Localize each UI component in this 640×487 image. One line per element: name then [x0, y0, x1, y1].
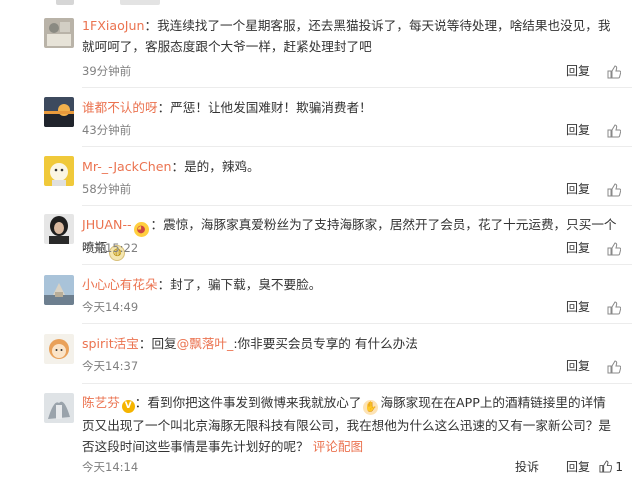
comment-text: 谁都不认的呀：严惩！让他发国难财！欺骗消费者！ — [82, 97, 618, 118]
comment-text: 小心心有花朵：封了，骗下载，臭不要脸。 — [82, 274, 618, 295]
cute-face-emoji: ◕ — [133, 222, 149, 237]
separator — [82, 383, 632, 384]
top-cut-off-row — [0, 0, 640, 8]
comment-content: :你非要买会员专享的 有什么办法 — [233, 336, 418, 351]
comment-text: spirit活宝：回复@飘落叶_:你非要买会员专享的 有什么办法 — [82, 333, 618, 354]
avatar[interactable] — [44, 18, 74, 48]
timestamp: 今天14:49 — [82, 300, 139, 314]
like-button[interactable] — [607, 123, 623, 138]
reply-prefix: 回复 — [151, 336, 177, 351]
timestamp: 今天14:14 — [82, 460, 139, 474]
avatar[interactable] — [44, 393, 74, 423]
reply-button[interactable]: 回复 — [566, 459, 590, 475]
separator — [82, 87, 632, 88]
timestamp: 今天15:22 — [82, 241, 139, 255]
username-link[interactable]: spirit活宝 — [82, 336, 139, 351]
handshake-emoji: ✋ — [363, 400, 379, 415]
reply-button[interactable]: 回复 — [566, 63, 590, 79]
colon: ： — [138, 336, 152, 351]
separator — [82, 146, 632, 147]
avatar[interactable] — [44, 156, 74, 186]
timestamp: 43分钟前 — [82, 123, 132, 137]
timestamp: 58分钟前 — [82, 182, 132, 196]
cut-off-text-top — [120, 0, 160, 5]
comment-content: 严惩！让他发国难财！欺骗消费者！ — [170, 100, 372, 115]
colon: ： — [134, 395, 148, 410]
like-button[interactable] — [607, 241, 623, 256]
username-link[interactable]: 谁都不认的呀 — [82, 100, 158, 115]
avatar[interactable] — [44, 214, 74, 244]
thumbs-up-icon — [607, 124, 622, 138]
colon: ： — [157, 277, 171, 292]
username-link[interactable]: 1FXiaoJun — [82, 18, 144, 33]
comment-content: 我连续找了一个星期客服，还去黑猫投诉了，每天说等待处理，啥结果也没见，我就呵呵了… — [82, 18, 611, 54]
avatar[interactable] — [44, 97, 74, 127]
reply-button[interactable]: 回复 — [566, 122, 590, 138]
comment-text: 1FXiaoJun：我连续找了一个星期客服，还去黑猫投诉了，每天说等待处理，啥结… — [82, 15, 618, 57]
comment-text: 陈艺芬 V ：看到你把这件事发到微博来我就放心了 ✋ 海豚家现在在APP上的酒精链接里的… — [82, 392, 618, 457]
thumbs-up-icon — [607, 183, 622, 197]
thumbs-up-icon — [598, 460, 612, 473]
username-link[interactable]: JHUAN-- — [82, 217, 132, 232]
comment-content: 封了，骗下载，臭不要脸。 — [170, 277, 322, 292]
comment-picture-link[interactable]: 评论配图 — [313, 439, 363, 454]
avatar[interactable] — [44, 275, 74, 305]
reply-button[interactable]: 回复 — [566, 358, 590, 374]
like-button[interactable]: 1 — [598, 459, 623, 475]
comment-text: Mr-_-JackChen：是的，辣鸡。 — [82, 156, 618, 177]
verified-badge-icon: V — [121, 400, 135, 413]
like-button[interactable] — [607, 359, 623, 374]
username-link[interactable]: 陈艺芬 — [82, 395, 120, 410]
separator — [82, 323, 632, 324]
thumbs-up-icon — [607, 65, 622, 79]
mention-link[interactable]: @飘落叶_ — [177, 336, 234, 351]
report-button[interactable]: 投诉 — [515, 459, 539, 475]
colon: ： — [144, 18, 158, 33]
thumbs-up-icon — [607, 301, 622, 315]
thumbs-up-icon — [607, 360, 622, 374]
like-button[interactable] — [607, 182, 623, 197]
separator — [82, 205, 632, 206]
reply-button[interactable]: 回复 — [566, 240, 590, 256]
username-link[interactable]: Mr-_-JackChen — [82, 159, 171, 174]
timestamp: 39分钟前 — [82, 64, 132, 78]
colon: ： — [150, 217, 164, 232]
like-button[interactable] — [607, 64, 623, 79]
comment-content: 是的，辣鸡。 — [184, 159, 260, 174]
colon: ： — [157, 100, 171, 115]
reply-button[interactable]: 回复 — [566, 181, 590, 197]
comment-content: 震惊，海豚家真爱粉丝为了支持海豚家，居然开了会员，花了十元运费，只买一个喷瓶 — [82, 217, 617, 255]
reply-button[interactable]: 回复 — [566, 299, 590, 315]
like-count: 1 — [615, 460, 623, 474]
username-link[interactable]: 小心心有花朵 — [82, 277, 158, 292]
colon: ： — [171, 159, 185, 174]
timestamp: 今天14:37 — [82, 359, 139, 373]
thumbs-up-icon — [607, 242, 622, 256]
like-button[interactable] — [607, 300, 623, 315]
separator — [82, 264, 632, 265]
cut-off-avatar-top — [56, 0, 74, 5]
avatar[interactable] — [44, 334, 74, 364]
comment-content-part-1: 看到你把这件事发到微博来我就放心了 — [147, 395, 362, 410]
comment-text: JHUAN-- ◕ ：震惊，海豚家真爱粉丝为了支持海豚家，居然开了会员，花了十元运费… — [82, 214, 618, 261]
